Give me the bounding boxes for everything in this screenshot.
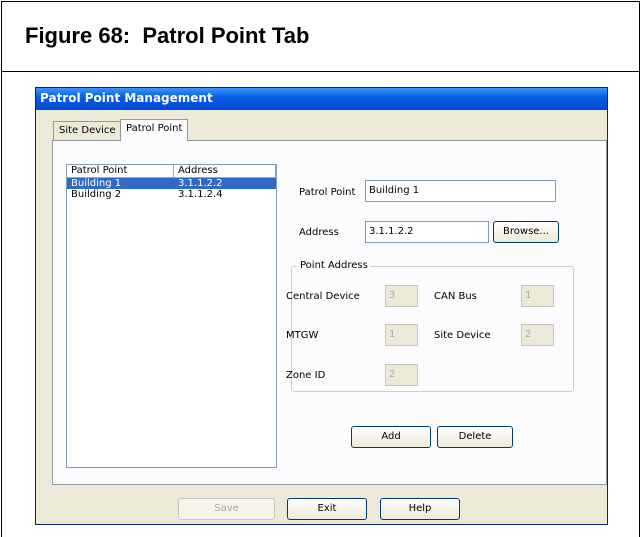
browse-button[interactable]: Browse... (493, 221, 559, 243)
help-button[interactable]: Help (380, 498, 460, 520)
delete-button[interactable]: Delete (437, 426, 513, 448)
row-patrol-point: Building 2 (71, 189, 122, 200)
patrol-point-label: Patrol Point (299, 187, 356, 198)
address-field[interactable]: 3.1.1.2.2 (365, 221, 489, 243)
mtgw-label: MTGW (286, 330, 319, 341)
zone-id-field[interactable]: 2 (385, 364, 418, 386)
site-device-label: Site Device (434, 330, 491, 341)
address-label: Address (299, 227, 339, 238)
zone-id-label: Zone ID (286, 370, 326, 381)
column-header-patrol-point[interactable]: Patrol Point (67, 165, 174, 178)
list-header: Patrol Point Address (67, 165, 276, 178)
central-device-field[interactable]: 3 (385, 285, 418, 307)
exit-button[interactable]: Exit (287, 498, 367, 520)
mtgw-field[interactable]: 1 (385, 324, 418, 346)
central-device-label: Central Device (286, 291, 360, 302)
can-bus-label: CAN Bus (434, 291, 477, 302)
list-row[interactable]: Building 1 3.1.1.2.2 (67, 178, 276, 189)
save-button[interactable]: Save (178, 498, 275, 520)
patrol-point-management-window: Patrol Point Management Site Device Patr… (35, 87, 608, 525)
column-header-address[interactable]: Address (174, 165, 276, 178)
tab-site-device[interactable]: Site Device (53, 121, 122, 140)
patrol-point-field[interactable]: Building 1 (365, 180, 556, 202)
point-address-group: Point Address Central Device 3 CAN Bus 1… (286, 260, 574, 392)
list-row[interactable]: Building 2 3.1.1.2.4 (67, 189, 276, 200)
point-address-legend: Point Address (298, 260, 370, 271)
figure-title-bar: Figure 68: Patrol Point Tab (1, 1, 640, 72)
add-button[interactable]: Add (351, 426, 431, 448)
row-address: 3.1.1.2.4 (178, 189, 223, 200)
window-title: Patrol Point Management (40, 91, 213, 105)
figure-title: Figure 68: Patrol Point Tab (25, 23, 310, 48)
window-titlebar[interactable]: Patrol Point Management (36, 88, 607, 110)
row-address: 3.1.1.2.2 (178, 178, 223, 189)
patrol-point-list[interactable]: Patrol Point Address Building 1 3.1.1.2.… (66, 164, 277, 468)
can-bus-field[interactable]: 1 (521, 285, 554, 307)
tab-patrol-point[interactable]: Patrol Point (120, 119, 189, 141)
site-device-field[interactable]: 2 (521, 324, 554, 346)
row-patrol-point: Building 1 (71, 178, 122, 189)
